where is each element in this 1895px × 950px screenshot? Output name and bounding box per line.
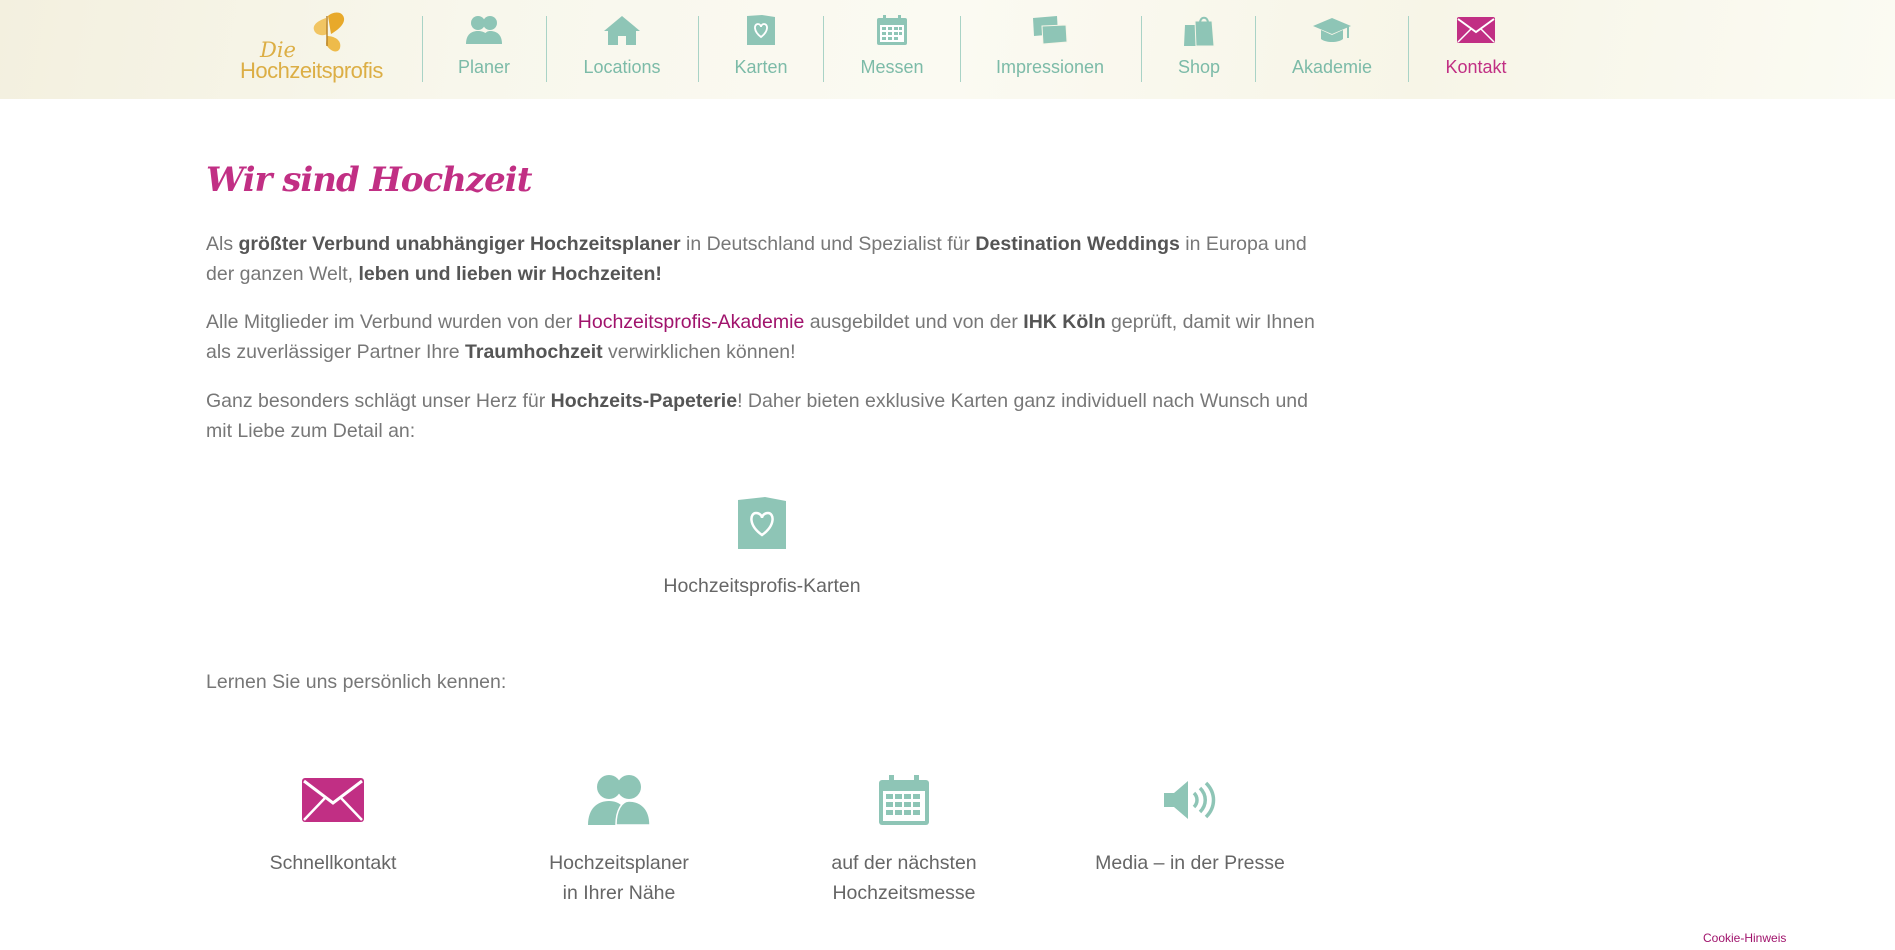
nav-item-karten[interactable]: Karten (721, 10, 801, 85)
planer-nearby-button[interactable]: Hochzeitsplaner in Ihrer Nähe (509, 772, 729, 908)
nav-item-impressionen[interactable]: Impressionen (990, 10, 1110, 85)
emphasis: Destination Weddings (975, 233, 1180, 255)
nav-divider (1141, 16, 1142, 82)
envelope-icon (301, 772, 365, 828)
users-icon (587, 772, 651, 828)
nav-label: Messen (860, 57, 924, 77)
text: Ganz besonders schlägt unser Herz für (206, 390, 551, 412)
nav-item-messen[interactable]: Messen (852, 10, 932, 85)
nav-item-kontakt[interactable]: Kontakt (1436, 10, 1516, 85)
feature-label: Media – in der Presse (1095, 852, 1285, 874)
schnellkontakt-button[interactable]: Schnellkontakt (223, 772, 443, 878)
nav-label: Planer (457, 57, 511, 77)
presse-button[interactable]: Media – in der Presse (1080, 772, 1300, 878)
karten-link-label: Hochzeitsprofis-Karten (663, 575, 861, 597)
nav-label: Kontakt (1445, 57, 1507, 77)
messe-button[interactable]: auf der nächsten Hochzeitsmesse (794, 772, 1014, 908)
site-logo[interactable]: Die Hochzeitsprofis (236, 10, 384, 85)
nav-divider (698, 16, 699, 82)
text: Als (206, 233, 239, 255)
calendar-icon (878, 772, 930, 828)
card-heart-icon (737, 496, 787, 555)
nav-item-planer[interactable]: Planer (444, 10, 524, 85)
logo-wordmark: Hochzeitsprofis (240, 58, 383, 83)
page-title: Wir sind Hochzeit (206, 160, 532, 200)
nav-item-locations[interactable]: Locations (572, 10, 672, 85)
papeterie-paragraph: Ganz besonders schlägt unser Herz für Ho… (206, 386, 1336, 446)
emphasis: Hochzeits-Papeterie (550, 390, 738, 412)
nav-divider (960, 16, 961, 82)
emphasis: leben und lieben wir Hochzeiten! (358, 263, 662, 285)
nav-divider (1408, 16, 1409, 82)
nav-label: Shop (1177, 57, 1221, 77)
karten-link[interactable]: Hochzeitsprofis-Karten (562, 496, 962, 598)
text: ausgebildet und von der (804, 311, 1024, 333)
cookie-notice-link[interactable]: Cookie-Hinweis (1703, 931, 1786, 945)
emphasis: größter Verbund unabhängiger Hochzeitspl… (238, 233, 681, 255)
shopping-bags-icon (1183, 10, 1215, 50)
text: verwirklichen können! (602, 341, 796, 363)
text: Alle Mitglieder im Verbund wurden von de… (206, 311, 578, 333)
envelope-icon (1456, 10, 1496, 50)
users-icon (465, 10, 503, 50)
calendar-icon (876, 10, 908, 50)
speaker-icon (1162, 772, 1218, 828)
graduation-cap-icon (1312, 10, 1352, 50)
nav-label: Akademie (1291, 57, 1373, 77)
butterfly-icon (313, 12, 345, 52)
members-paragraph: Alle Mitglieder im Verbund wurden von de… (206, 307, 1336, 367)
home-icon (602, 10, 642, 50)
card-heart-icon (746, 10, 776, 50)
site-header: Die Hochzeitsprofis Planer Locations Kar… (0, 0, 1895, 99)
text: in Deutschland und Spezialist für (680, 233, 976, 255)
akademie-link[interactable]: Hochzeitsprofis-Akademie (578, 311, 805, 333)
nav-item-shop[interactable]: Shop (1159, 10, 1239, 85)
nav-divider (823, 16, 824, 82)
nav-divider (1255, 16, 1256, 82)
nav-label: Locations (583, 57, 661, 77)
photos-icon (1030, 10, 1070, 50)
feature-label: Hochzeitsplaner in Ihrer Nähe (549, 852, 689, 904)
emphasis: IHK Köln (1023, 311, 1106, 333)
nav-label: Impressionen (995, 57, 1105, 77)
feature-label: Schnellkontakt (269, 852, 397, 874)
intro-paragraph: Als größter Verbund unabhängiger Hochzei… (206, 229, 1336, 289)
nav-divider (422, 16, 423, 82)
nav-divider (546, 16, 547, 82)
emphasis: Traumhochzeit (465, 341, 603, 363)
feature-label: auf der nächsten Hochzeitsmesse (831, 852, 977, 904)
nav-item-akademie[interactable]: Akademie (1282, 10, 1382, 85)
meet-us-text: Lernen Sie uns persönlich kennen: (206, 671, 507, 693)
nav-label: Karten (734, 57, 788, 77)
